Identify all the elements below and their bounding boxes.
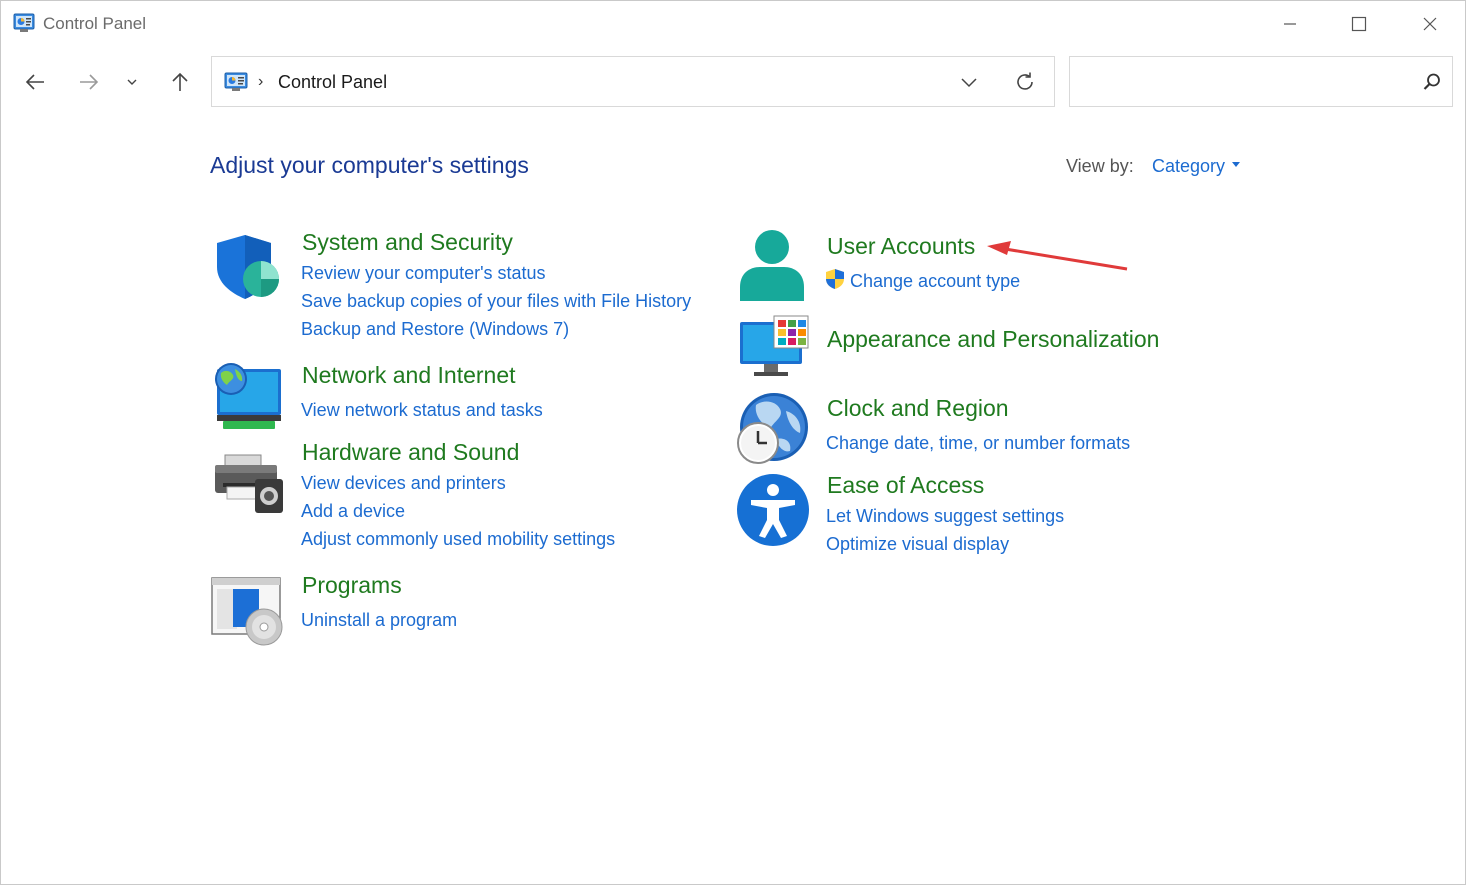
view-by-value: Category: [1152, 156, 1226, 176]
forward-button[interactable]: [72, 67, 106, 97]
uac-shield-icon: [826, 269, 844, 289]
accessibility-icon[interactable]: [735, 472, 811, 548]
back-button[interactable]: [18, 67, 52, 97]
programs-disc-icon[interactable]: [209, 573, 285, 649]
maximize-button[interactable]: [1329, 5, 1389, 43]
category-appearance-and-personalization[interactable]: Appearance and Personalization: [827, 326, 1159, 353]
refresh-icon: [1017, 72, 1033, 90]
up-button[interactable]: [163, 67, 197, 97]
recent-locations-button[interactable]: [117, 67, 147, 97]
breadcrumb-separator: ›: [258, 73, 264, 90]
refresh-button[interactable]: [1010, 67, 1040, 97]
category-user-accounts[interactable]: User Accounts: [827, 233, 975, 260]
category-hardware-and-sound[interactable]: Hardware and Sound: [302, 439, 519, 466]
link-mobility-settings[interactable]: Adjust commonly used mobility settings: [301, 529, 615, 550]
network-globe-icon[interactable]: [209, 359, 285, 435]
link-change-date-time-formats[interactable]: Change date, time, or number formats: [826, 433, 1130, 454]
arrow-right-icon: [80, 74, 99, 90]
close-icon: [1423, 17, 1437, 31]
control-panel-app-icon: [13, 13, 35, 32]
link-review-computer-status[interactable]: Review your computer's status: [301, 263, 546, 284]
maximize-icon: [1351, 16, 1367, 32]
link-view-devices-and-printers[interactable]: View devices and printers: [301, 473, 506, 494]
control-panel-window: Control Panel › Control Panel Adjust you…: [0, 0, 1466, 885]
link-backup-and-restore[interactable]: Backup and Restore (Windows 7): [301, 319, 569, 340]
arrow-up-icon: [172, 72, 188, 91]
link-uninstall-a-program[interactable]: Uninstall a program: [301, 610, 457, 631]
minimize-icon: [1284, 23, 1296, 25]
minimize-button[interactable]: [1260, 5, 1320, 43]
category-clock-and-region[interactable]: Clock and Region: [827, 395, 1009, 422]
search-input[interactable]: [1080, 67, 1414, 99]
arrow-left-icon: [25, 74, 44, 90]
category-network-and-internet[interactable]: Network and Internet: [302, 362, 516, 389]
link-change-account-type[interactable]: Change account type: [850, 271, 1020, 292]
navigation-bar: › Control Panel: [1, 55, 1465, 111]
link-file-history-backup[interactable]: Save backup copies of your files with Fi…: [301, 291, 691, 312]
page-title: Adjust your computer's settings: [210, 152, 529, 178]
category-programs[interactable]: Programs: [302, 572, 402, 599]
shield-icon[interactable]: [209, 229, 285, 305]
close-button[interactable]: [1400, 5, 1460, 43]
control-panel-location-icon: [224, 72, 248, 91]
search-icon[interactable]: [1422, 72, 1442, 92]
view-by-dropdown[interactable]: Category: [1152, 156, 1241, 177]
globe-clock-icon[interactable]: [734, 391, 810, 467]
address-bar[interactable]: › Control Panel: [211, 56, 1055, 107]
chevron-down-icon: [961, 78, 977, 88]
link-let-windows-suggest-settings[interactable]: Let Windows suggest settings: [826, 506, 1064, 527]
user-icon[interactable]: [734, 227, 810, 303]
chevron-down-icon: [127, 79, 137, 85]
title-bar: Control Panel: [1, 1, 1465, 47]
monitor-palette-icon[interactable]: [736, 312, 812, 388]
printer-speaker-icon[interactable]: [209, 447, 285, 523]
search-box[interactable]: [1069, 56, 1453, 107]
category-ease-of-access[interactable]: Ease of Access: [827, 472, 984, 499]
annotation-arrow-icon: [987, 241, 1128, 271]
link-view-network-status[interactable]: View network status and tasks: [301, 400, 543, 421]
category-system-and-security[interactable]: System and Security: [302, 229, 513, 256]
link-optimize-visual-display[interactable]: Optimize visual display: [826, 534, 1009, 555]
caret-down-icon: [1232, 161, 1241, 167]
address-dropdown-button[interactable]: [954, 67, 984, 97]
view-by-label: View by:: [1066, 156, 1134, 176]
window-title: Control Panel: [43, 14, 147, 33]
breadcrumb-control-panel[interactable]: Control Panel: [278, 72, 387, 93]
link-add-a-device[interactable]: Add a device: [301, 501, 405, 522]
